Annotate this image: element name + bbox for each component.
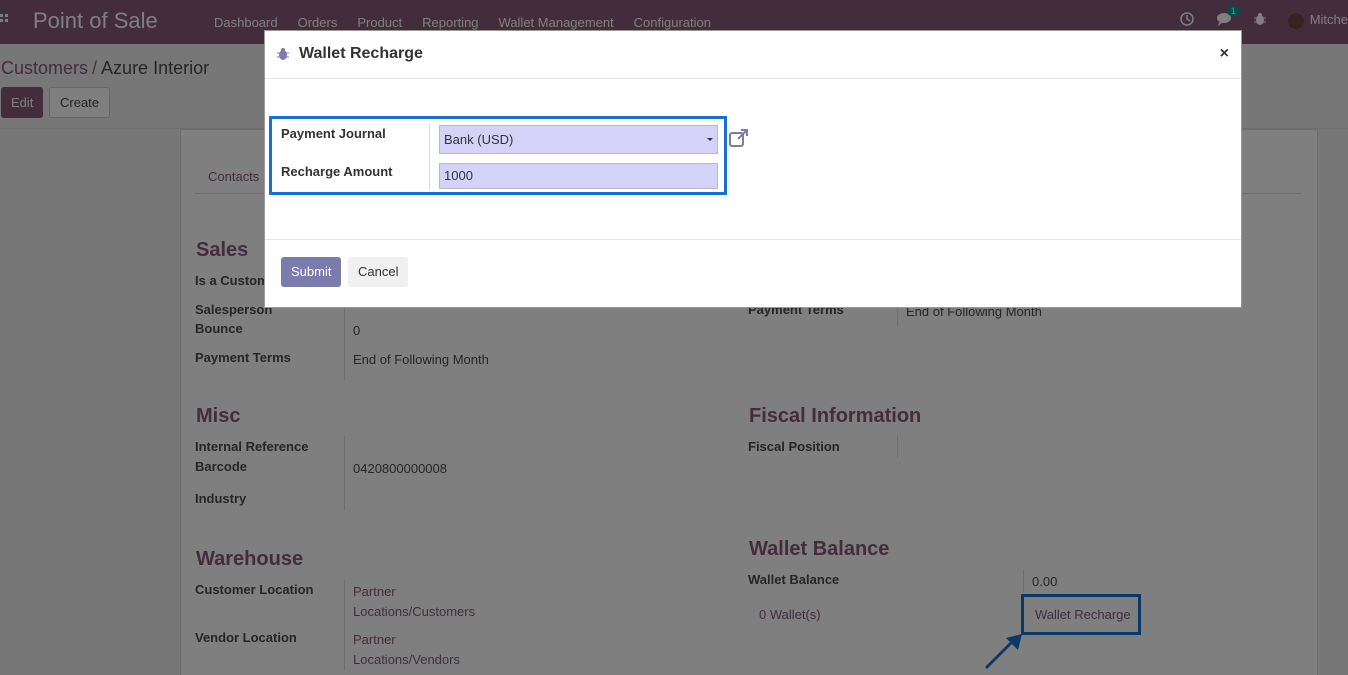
- fields-divider: [429, 124, 430, 190]
- recharge-amount-input[interactable]: 1000: [439, 163, 718, 189]
- dialog-title: Wallet Recharge: [299, 45, 423, 62]
- payment-journal-value: Bank (USD): [444, 132, 514, 147]
- submit-button[interactable]: Submit: [281, 257, 342, 287]
- wallet-recharge-dialog: Wallet Recharge × Payment Journal Rechar…: [264, 30, 1242, 308]
- recharge-amount-label: Recharge Amount: [281, 164, 393, 179]
- dialog-header: Wallet Recharge ×: [265, 31, 1241, 79]
- close-icon[interactable]: ×: [1220, 45, 1229, 63]
- external-link-icon[interactable]: [729, 129, 749, 147]
- cancel-button[interactable]: Cancel: [348, 257, 409, 287]
- debug-bug-icon: [277, 47, 289, 64]
- dialog-footer: [265, 239, 1241, 240]
- payment-journal-label: Payment Journal: [281, 126, 386, 141]
- chevron-down-icon: [707, 138, 713, 141]
- payment-journal-select[interactable]: Bank (USD): [439, 125, 718, 154]
